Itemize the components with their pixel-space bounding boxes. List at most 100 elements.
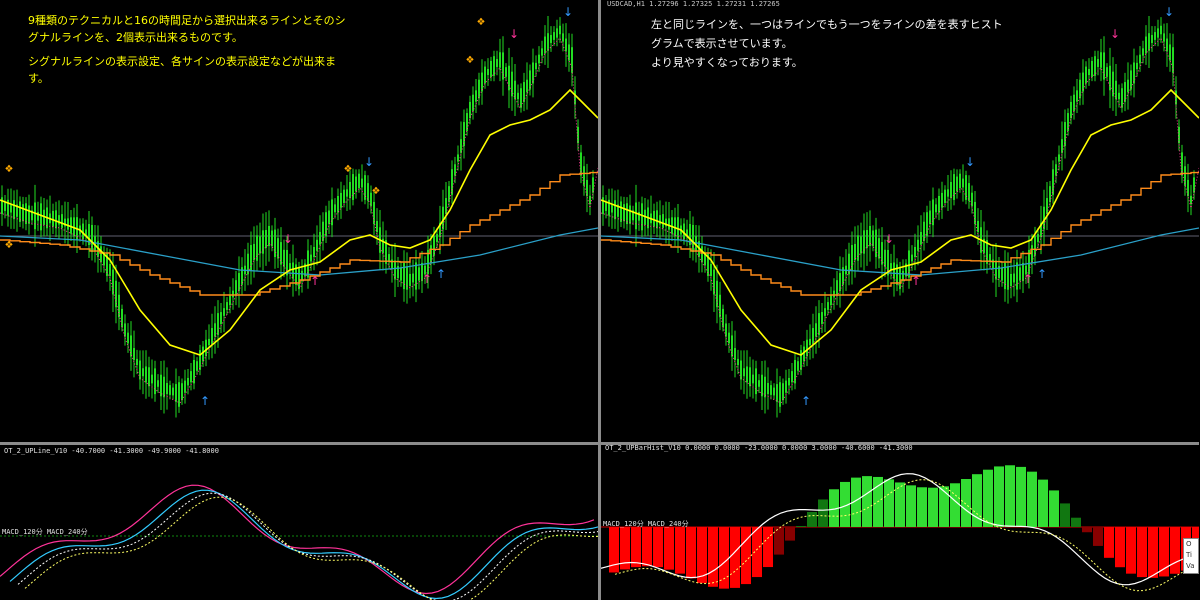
candle-body <box>322 221 324 241</box>
candle-body <box>589 195 591 205</box>
candle-body <box>1169 44 1171 61</box>
candle-body <box>956 176 958 192</box>
histogram-bar <box>928 487 938 527</box>
yellow-moving-average <box>0 88 598 356</box>
candle-body <box>1139 54 1141 64</box>
candle-body <box>115 280 117 308</box>
diamond-marker-icon: ❖ <box>344 164 353 175</box>
candle-body <box>950 181 952 199</box>
candle-body <box>962 178 964 188</box>
candle-body <box>857 235 859 261</box>
up-arrow-icon: ↑ <box>436 267 446 281</box>
right-chart-window[interactable]: ↑ ↑ ↑ ↑ ↓ ↓ ↓ ↓ USDCAD,H1 1.27296 1.27325 1.272… <box>601 0 1199 600</box>
candle-body <box>511 71 513 97</box>
candle-body <box>776 384 778 402</box>
candle-body <box>710 264 712 276</box>
histogram-bar <box>708 527 718 587</box>
down-arrow-icon: ↓ <box>965 155 975 169</box>
candle-body <box>1166 38 1168 52</box>
candle-body <box>100 246 102 263</box>
histogram-bar <box>774 527 784 555</box>
candle-body <box>538 54 540 64</box>
candle-body <box>316 239 318 251</box>
candle-body <box>358 173 360 189</box>
candle-body <box>112 269 114 295</box>
candle-body <box>1016 262 1018 290</box>
candle-body <box>298 268 300 290</box>
candle-body <box>232 290 234 298</box>
candle-body <box>223 308 225 316</box>
candle-body <box>136 358 138 366</box>
candle-body <box>400 267 402 281</box>
candle-body <box>701 246 703 263</box>
candle-body <box>505 67 507 77</box>
candle-body <box>265 230 267 248</box>
candle-body <box>67 218 69 230</box>
candle-body <box>908 250 910 278</box>
histogram-bar <box>796 526 806 527</box>
candle-body <box>740 360 742 380</box>
candle-body <box>1133 62 1135 84</box>
right-description-line-2: グラムで表示させています。 <box>651 37 793 50</box>
candle-body <box>220 312 222 324</box>
candle-body <box>139 360 141 380</box>
candle-body <box>25 203 27 225</box>
right-description-line-1: 左と同じラインを、一つはラインでもう一つをラインの差を表すヒスト <box>651 18 1003 31</box>
candle-body <box>469 101 471 119</box>
left-chart-window[interactable]: ↑ ↑ ↑ ↑ ↓ ↓ ↓ ↓ ❖ ❖ ❖ ❖ ❖ ❖ 9種類のテクニカルと16の時間足から選択出来るライ… <box>0 0 598 600</box>
candle-body <box>355 176 357 192</box>
candle-body <box>635 202 637 230</box>
candle-body <box>484 66 486 84</box>
candle-body <box>1079 79 1081 99</box>
candle-body <box>10 204 12 213</box>
candle-body <box>247 253 249 275</box>
histogram-bar <box>741 527 751 585</box>
candle-body <box>938 196 940 213</box>
candle-body <box>752 374 754 384</box>
signal-dotted-line <box>601 37 1199 404</box>
candle-body <box>367 183 369 201</box>
candle-body <box>1124 82 1126 102</box>
candle-body <box>151 374 153 384</box>
candle-body <box>460 139 462 153</box>
candle-body <box>571 47 573 73</box>
right-price-chart[interactable]: ↑ ↑ ↑ ↑ ↓ ↓ ↓ ↓ <box>601 0 1199 600</box>
candle-body <box>782 383 784 401</box>
candle-body <box>917 239 919 251</box>
candle-body <box>809 338 811 346</box>
candle-body <box>22 204 24 222</box>
candle-body <box>133 348 135 360</box>
candle-body <box>148 367 150 387</box>
candle-body <box>163 376 165 398</box>
candle-body <box>166 382 168 395</box>
histogram-bar <box>1115 527 1125 568</box>
candle-body <box>1118 92 1120 100</box>
diamond-marker-icon: ❖ <box>477 17 486 28</box>
candle-body <box>794 359 796 384</box>
candle-body <box>1049 186 1051 202</box>
candle-body <box>1127 79 1129 93</box>
histogram-bar <box>807 511 817 527</box>
candle-body <box>214 323 216 337</box>
candle-body <box>788 377 790 386</box>
candle-body <box>605 202 607 211</box>
candle-body <box>307 250 309 278</box>
candle-body <box>623 204 625 222</box>
candle-body <box>526 79 528 93</box>
candle-body <box>568 44 570 61</box>
candle-body <box>1100 52 1102 68</box>
candle-body <box>881 242 883 265</box>
candle-body <box>349 181 351 199</box>
candle-body <box>313 246 315 258</box>
left-price-chart[interactable]: ↑ ↑ ↑ ↑ ↓ ↓ ↓ ↓ ❖ ❖ ❖ ❖ ❖ ❖ <box>0 0 598 600</box>
candle-body <box>109 264 111 276</box>
left-pane-separator[interactable] <box>0 442 598 445</box>
candle-body <box>181 383 183 401</box>
candle-body <box>520 88 522 108</box>
candle-body <box>142 368 144 377</box>
tooltip-line-3: Va <box>1186 562 1195 570</box>
candle-body <box>893 262 895 279</box>
candle-body <box>1187 179 1189 197</box>
value-tooltip: O Ti Va <box>1183 538 1199 574</box>
candle-body <box>280 242 282 265</box>
